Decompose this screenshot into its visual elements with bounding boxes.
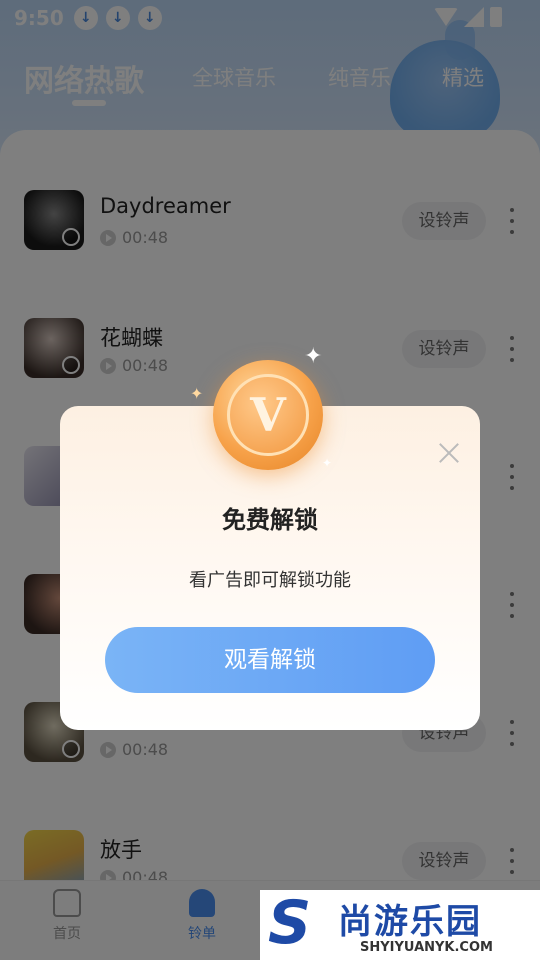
- watermark-name: 尚游乐园: [338, 902, 482, 942]
- dialog-description: 看广告即可解锁功能: [189, 570, 351, 591]
- watermark-logo: S: [268, 888, 312, 958]
- watch-ad-unlock-button[interactable]: 观看解锁: [105, 627, 435, 693]
- vip-coin-icon: V: [213, 360, 323, 470]
- watermark-domain: SHYIYUANYK.COM: [360, 940, 493, 955]
- site-watermark: S 尚游乐园 SHYIYUANYK.COM: [260, 890, 540, 960]
- close-icon[interactable]: [438, 442, 460, 464]
- sparkle-icon: ✦: [190, 384, 204, 403]
- sparkle-icon: ✦: [304, 344, 323, 369]
- dialog-title: 免费解锁: [222, 506, 318, 534]
- sparkle-icon: ✦: [322, 456, 333, 470]
- coin-letter: V: [227, 374, 309, 456]
